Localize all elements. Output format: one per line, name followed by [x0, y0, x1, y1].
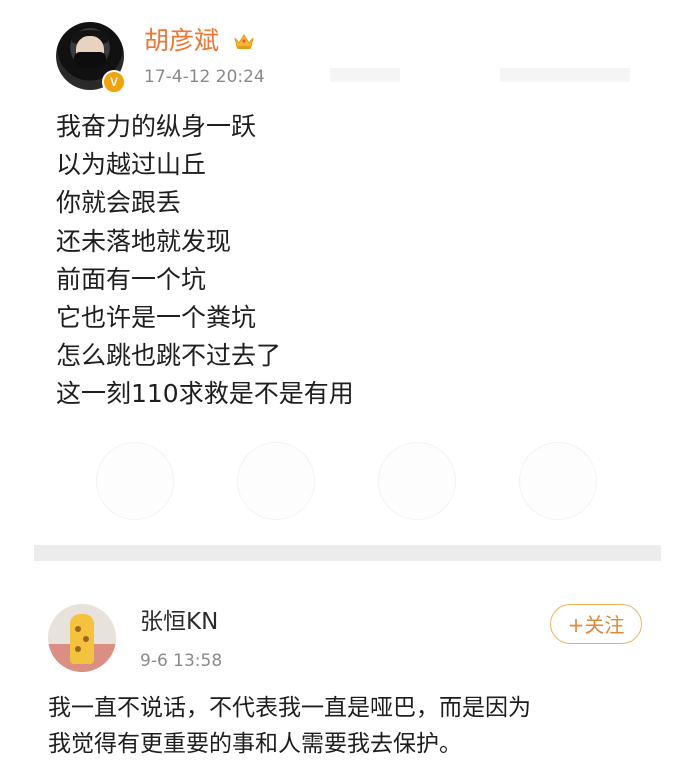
faded-text — [330, 68, 400, 82]
comment-line: 我觉得有更重要的事和人需要我去保护。 — [48, 731, 462, 757]
comment-body: 我一直不说话，不代表我一直是哑巴，而是因为 我觉得有更重要的事和人需要我去保护。 — [48, 690, 658, 762]
giraffe-icon — [70, 614, 94, 664]
post-line: 以为越过山丘 — [56, 150, 207, 180]
avatar[interactable]: V — [56, 22, 126, 94]
post-line: 这一刻110求救是不是有用 — [56, 379, 354, 409]
post-author-name[interactable]: 胡彦斌 — [144, 26, 219, 56]
commenter-name[interactable]: 张恒KN — [140, 608, 218, 636]
avatar-mask — [74, 52, 106, 68]
post-line: 它也许是一个粪坑 — [56, 303, 257, 333]
avatar-spot — [75, 646, 81, 652]
comment-timestamp: 9-6 13:58 — [140, 651, 223, 671]
comment-line: 我一直不说话，不代表我一直是哑巴，而是因为 — [48, 695, 531, 721]
post-line: 你就会跟丢 — [56, 188, 182, 218]
faded-action-icon[interactable] — [378, 442, 456, 520]
follow-button[interactable]: +关注 — [550, 604, 642, 644]
post-timestamp: 17-4-12 20:24 — [144, 67, 265, 87]
faded-action-icon[interactable] — [96, 442, 174, 520]
post-line: 我奋力的纵身一跃 — [56, 112, 257, 141]
crown-icon — [234, 34, 254, 49]
weibo-post: V 胡彦斌 17-4-12 20:24 我奋力的纵身一跃 以为越过山丘 你就会跟… — [0, 0, 696, 545]
avatar-spot — [83, 636, 89, 642]
avatar-spot — [75, 626, 81, 632]
avatar[interactable] — [48, 604, 116, 672]
post-line: 还未落地就发现 — [56, 226, 232, 256]
section-divider — [34, 545, 661, 561]
faded-action-icon[interactable] — [519, 442, 597, 520]
post-line: 怎么跳也跳不过去了 — [56, 341, 282, 371]
verified-badge-icon: V — [102, 70, 126, 94]
faded-text — [500, 68, 630, 82]
post-line: 前面有一个坑 — [56, 264, 207, 294]
faded-action-icon[interactable] — [237, 442, 315, 520]
post-body: 我奋力的纵身一跃 以为越过山丘 你就会跟丢 还未落地就发现 前面有一个坑 它也许… — [56, 108, 354, 414]
